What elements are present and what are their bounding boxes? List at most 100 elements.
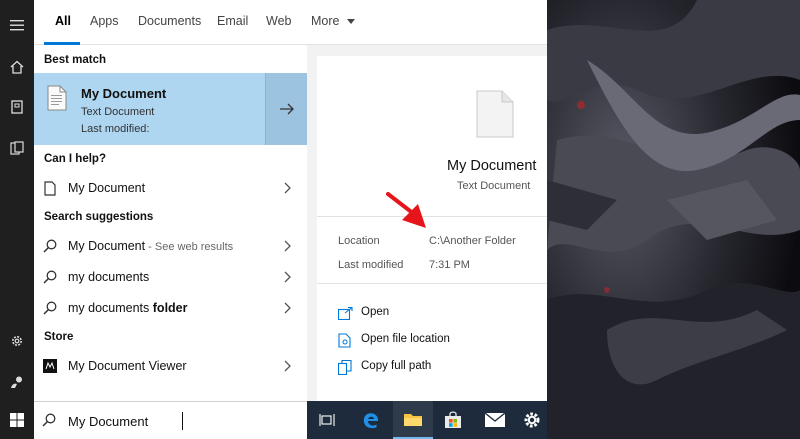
results-list: Best match My Document Text Document Las… <box>34 45 307 401</box>
task-view-icon <box>319 414 335 426</box>
tab-more-label: More <box>311 14 340 28</box>
suggestion-label: my documents <box>68 270 150 284</box>
taskbar <box>307 401 547 439</box>
folder-icon <box>404 413 422 426</box>
document-large-icon <box>476 90 514 138</box>
details-file-name: My Document <box>447 158 537 174</box>
hamburger-icon <box>10 20 24 31</box>
best-match-title: My Document <box>81 86 167 101</box>
details-pane: My Document Text Document Location C:\An… <box>317 56 547 401</box>
chevron-right-icon <box>280 269 296 285</box>
feedback-icon <box>11 376 22 388</box>
list-item[interactable]: My Document Viewer <box>34 351 307 381</box>
suggestion-main: my documents <box>68 301 153 315</box>
help-document-icon <box>42 180 58 196</box>
section-search-suggestions: Search suggestions <box>44 211 154 223</box>
divider <box>317 216 547 217</box>
search-panel: All Apps Documents Email Web More Best m… <box>34 0 547 401</box>
list-item[interactable]: my documents <box>34 262 307 292</box>
home-button[interactable] <box>0 50 34 84</box>
section-store: Store <box>44 331 74 343</box>
chevron-right-icon <box>280 300 296 316</box>
open-file-location-label: Open file location <box>361 333 450 345</box>
settings-taskbar-button[interactable] <box>517 401 547 439</box>
text-document-icon <box>47 85 67 111</box>
windows-logo-icon <box>10 413 24 427</box>
open-details-button[interactable] <box>265 73 307 145</box>
menu-hamburger-button[interactable] <box>0 8 34 42</box>
list-item[interactable]: my documents folder <box>34 293 307 323</box>
copy-full-path-action[interactable]: Copy full path <box>317 354 547 380</box>
edge-browser-button[interactable] <box>351 401 391 439</box>
location-value: C:\Another Folder <box>429 235 516 247</box>
suggestion-main: My Document <box>68 239 146 253</box>
mail-button[interactable] <box>475 401 515 439</box>
suggestion-bold: folder <box>152 301 188 315</box>
edge-icon <box>363 413 378 429</box>
location-label: Location <box>338 235 380 247</box>
task-view-button[interactable] <box>307 401 347 439</box>
gear-icon <box>12 336 22 346</box>
file-explorer-button[interactable] <box>393 401 433 439</box>
feedback-button[interactable] <box>0 365 34 399</box>
folder-location-icon <box>337 332 353 348</box>
search-icon <box>42 238 58 254</box>
tab-apps[interactable]: Apps <box>90 14 119 28</box>
documents-button[interactable] <box>0 131 34 165</box>
text-caret <box>182 412 183 430</box>
annotation-arrow-icon <box>386 192 426 228</box>
suggestion-web-hint: - See web results <box>145 241 234 253</box>
best-match-type: Text Document <box>81 106 155 118</box>
search-icon <box>42 413 58 429</box>
search-icon <box>42 269 58 285</box>
desktop-wallpaper <box>547 0 800 439</box>
mail-icon <box>485 413 505 427</box>
tab-more[interactable]: More <box>311 14 355 28</box>
copy-path-icon <box>337 359 353 375</box>
wallpaper-art <box>547 0 800 439</box>
suggestion-label: my documents folder <box>68 301 188 315</box>
open-icon <box>337 305 353 321</box>
search-input[interactable] <box>68 412 288 430</box>
chevron-right-icon <box>280 358 296 374</box>
details-file-type: Text Document <box>457 180 531 192</box>
documents-icon <box>10 141 24 155</box>
list-item[interactable]: My Document - See web results <box>34 231 307 261</box>
list-item[interactable]: My Document <box>34 173 307 203</box>
settings-button[interactable] <box>0 324 34 358</box>
gear-icon <box>524 412 540 428</box>
divider <box>317 283 547 284</box>
best-match-modified: Last modified: <box>81 123 150 135</box>
chevron-right-icon <box>280 238 296 254</box>
store-item-label: My Document Viewer <box>68 359 187 373</box>
search-icon <box>42 300 58 316</box>
last-modified-value: 7:31 PM <box>429 259 470 271</box>
open-action[interactable]: Open <box>317 300 547 326</box>
start-rail <box>0 0 34 439</box>
section-can-help: Can I help? <box>44 153 106 165</box>
home-icon <box>10 60 24 74</box>
search-box[interactable] <box>34 401 307 439</box>
store-bag-icon <box>445 411 461 428</box>
last-modified-label: Last modified <box>338 259 404 271</box>
start-button[interactable] <box>0 403 34 437</box>
caret-down-icon <box>346 19 355 24</box>
notebook-button[interactable] <box>0 90 34 124</box>
section-best-match: Best match <box>44 54 106 66</box>
best-match-item[interactable]: My Document Text Document Last modified: <box>34 73 307 145</box>
open-action-label: Open <box>361 306 390 318</box>
store-button[interactable] <box>433 401 473 439</box>
tab-email[interactable]: Email <box>217 14 248 28</box>
notebook-icon <box>11 100 23 114</box>
suggestion-label: My Document - See web results <box>68 239 233 253</box>
chevron-right-icon <box>280 180 296 196</box>
filter-tabs: All Apps Documents Email Web More <box>34 0 547 45</box>
copy-full-path-label: Copy full path <box>361 360 432 372</box>
tab-all[interactable]: All <box>55 14 71 28</box>
can-help-label: My Document <box>68 181 146 195</box>
store-app-icon <box>42 358 58 374</box>
tab-web[interactable]: Web <box>266 14 291 28</box>
tab-documents[interactable]: Documents <box>138 14 201 28</box>
arrow-right-icon <box>279 103 294 115</box>
open-file-location-action[interactable]: Open file location <box>317 327 547 353</box>
